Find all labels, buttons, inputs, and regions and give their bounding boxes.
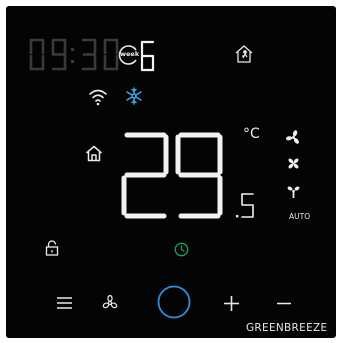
fan-high-icon	[286, 130, 299, 144]
minus-button[interactable]	[276, 302, 292, 305]
home-icon	[86, 145, 102, 162]
fan-mode-label: AUTO	[289, 212, 311, 221]
day-digit	[140, 40, 155, 72]
brand-logo-text: GREENBREEZE	[246, 322, 328, 334]
temperature-unit: °C	[243, 126, 260, 142]
temperature-integer-display	[121, 132, 223, 219]
fan-medium-icon	[288, 158, 299, 169]
fan-button[interactable]	[101, 294, 119, 312]
wifi-icon	[89, 89, 107, 106]
power-button[interactable]	[156, 284, 192, 320]
plus-button[interactable]	[223, 295, 240, 312]
clock-display	[29, 38, 119, 71]
menu-button[interactable]	[56, 296, 73, 310]
temperature-decimal-display	[236, 193, 254, 218]
lock-icon	[45, 240, 59, 256]
snowflake-icon	[126, 87, 142, 105]
timer-icon	[174, 242, 189, 257]
week-badge: week	[117, 44, 139, 66]
home-away-icon	[235, 45, 253, 63]
fan-low-icon	[287, 186, 300, 198]
week-label: week	[120, 50, 140, 58]
thermostat-panel: week °C AUTO GREENBREEZE	[6, 6, 336, 338]
